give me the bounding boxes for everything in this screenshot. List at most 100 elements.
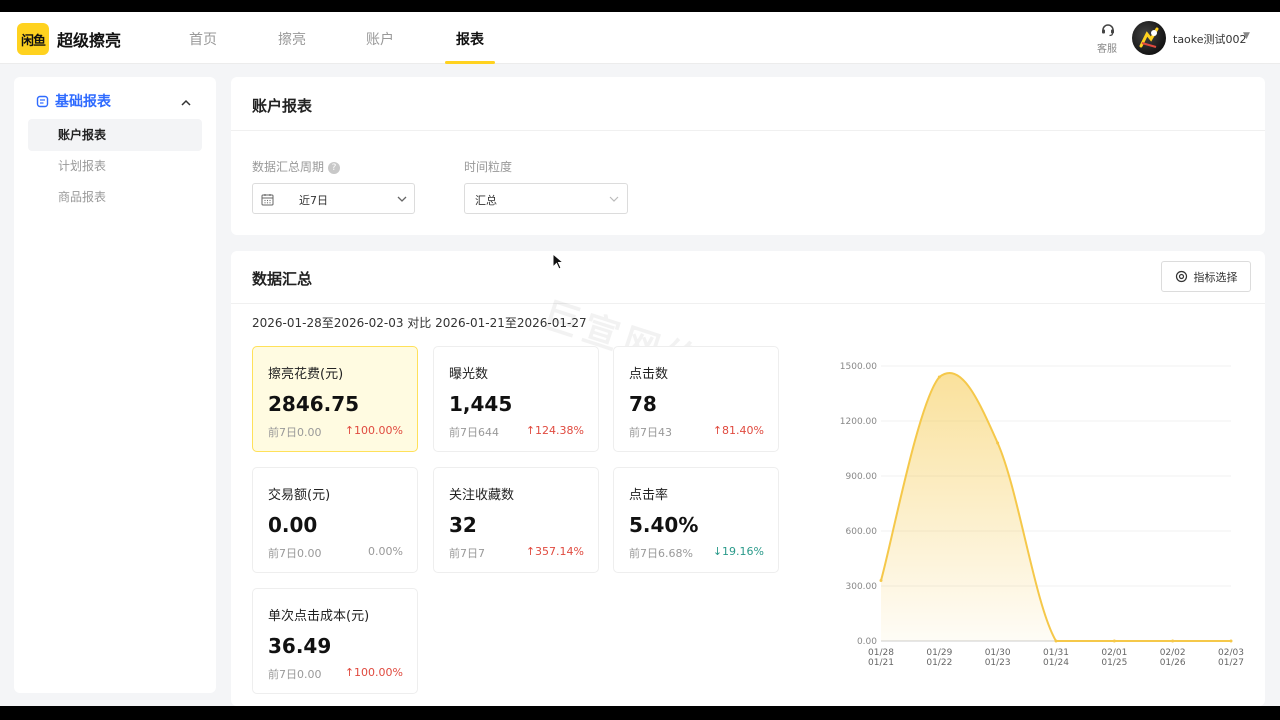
- y-tick-label: 0.00: [857, 637, 877, 647]
- nav-tab-home[interactable]: 首页: [189, 29, 217, 64]
- metric-select-label: 指标选择: [1193, 270, 1238, 284]
- chart-point[interactable]: [937, 375, 941, 379]
- x-tick-label: 01/30: [985, 648, 1011, 658]
- divider: [231, 303, 1265, 304]
- divider: [231, 130, 1265, 131]
- sidebar-group-label: 基础报表: [55, 94, 111, 110]
- customer-service-icon[interactable]: [1097, 22, 1119, 42]
- kpi-change: ↑357.14%: [525, 545, 584, 558]
- x-tick-compare-label: 01/25: [1101, 658, 1127, 668]
- data-summary-card: 数据汇总 指标选择 2026-01-28至2026-02-03 对比 2026-…: [231, 251, 1265, 706]
- kpi-value: 2846.75: [268, 392, 360, 416]
- x-tick-label: 02/03: [1218, 648, 1244, 658]
- nav-tab-account[interactable]: 账户: [366, 29, 394, 64]
- kpi-value: 78: [629, 392, 657, 416]
- sidebar-item-product-report[interactable]: 商品报表: [28, 181, 202, 213]
- kpi-previous: 前7日6.68%: [629, 547, 693, 560]
- period-value: 近7日: [299, 194, 328, 207]
- y-tick-label: 300.00: [846, 582, 878, 592]
- sidebar: 基础报表 账户报表 计划报表 商品报表: [14, 77, 216, 693]
- x-tick-label: 02/02: [1160, 648, 1186, 658]
- trend-chart[interactable]: 0.00 300.00 600.00 900.00 1200.00 1500.00 01/…: [831, 351, 1251, 681]
- sidebar-group-basic-reports[interactable]: 基础报表: [36, 91, 111, 111]
- help-icon[interactable]: ?: [328, 162, 341, 174]
- chart-point[interactable]: [1229, 639, 1233, 643]
- kpi-previous: 前7日0.00: [268, 426, 322, 439]
- granularity-select[interactable]: 汇总: [464, 183, 628, 214]
- kpi-change: ↓19.16%: [712, 545, 764, 558]
- chart-point[interactable]: [879, 579, 883, 582]
- nav-tab-reports[interactable]: 报表: [445, 29, 495, 64]
- caret-down-icon[interactable]: ▼: [1243, 31, 1250, 41]
- kpi-card-polish-cost[interactable]: 擦亮花费(元) 2846.75 前7日0.00 ↑100.00%: [252, 346, 418, 452]
- kpi-value: 5.40%: [629, 513, 699, 537]
- date-range-text: 2026-01-28至2026-02-03 对比 2026-01-21至2026…: [252, 316, 587, 330]
- account-report-card: 账户报表 数据汇总周期? 近7日 时间粒度 汇总: [231, 77, 1265, 235]
- period-label-text: 数据汇总周期: [252, 160, 325, 174]
- top-navigation: 闲鱼 超级擦亮 首页 擦亮 账户 报表 客服 taoke测试002 ▼: [0, 12, 1280, 64]
- kpi-value: 1,445: [449, 392, 513, 416]
- kpi-card-clicks[interactable]: 点击数 78 前7日43 ↑81.40%: [613, 346, 779, 452]
- x-tick-label: 01/28: [868, 648, 894, 658]
- x-tick-label: 02/01: [1101, 648, 1127, 658]
- kpi-label: 关注收藏数: [449, 488, 515, 503]
- x-tick-compare-label: 01/24: [1043, 658, 1069, 668]
- granularity-label: 时间粒度: [464, 160, 513, 174]
- chart-point[interactable]: [996, 441, 1000, 445]
- xianyu-logo[interactable]: 闲鱼: [17, 23, 49, 55]
- x-tick-compare-label: 01/22: [926, 658, 952, 668]
- chart-point[interactable]: [1171, 639, 1175, 643]
- mouse-cursor-icon: [552, 253, 564, 270]
- x-tick-compare-label: 01/23: [985, 658, 1011, 668]
- x-tick-compare-label: 01/21: [868, 658, 894, 668]
- y-tick-label: 1200.00: [840, 417, 877, 427]
- kpi-card-follow-favorites[interactable]: 关注收藏数 32 前7日7 ↑357.14%: [433, 467, 599, 573]
- kpi-label: 曝光数: [449, 367, 489, 382]
- kpi-change: ↑81.40%: [712, 424, 764, 437]
- kpi-previous: 前7日0.00: [268, 547, 322, 560]
- period-label: 数据汇总周期?: [252, 158, 341, 175]
- kpi-previous: 前7日644: [449, 426, 499, 439]
- y-tick-label: 900.00: [846, 472, 878, 482]
- kpi-change: ↑100.00%: [344, 666, 403, 679]
- kpi-card-cpc[interactable]: 单次点击成本(元) 36.49 前7日0.00 ↑100.00%: [252, 588, 418, 694]
- calendar-icon: [261, 194, 274, 206]
- kpi-card-ctr[interactable]: 点击率 5.40% 前7日6.68% ↓19.16%: [613, 467, 779, 573]
- sidebar-item-account-report[interactable]: 账户报表: [28, 119, 202, 151]
- page-title: 账户报表: [252, 97, 313, 115]
- nav-tab-polish[interactable]: 擦亮: [278, 29, 306, 64]
- kpi-previous: 前7日0.00: [268, 668, 322, 681]
- kpi-label: 交易额(元): [268, 488, 331, 503]
- kpi-previous: 前7日7: [449, 547, 485, 560]
- chart-point[interactable]: [1112, 639, 1116, 643]
- kpi-card-impressions[interactable]: 曝光数 1,445 前7日644 ↑124.38%: [433, 346, 599, 452]
- sidebar-item-plan-report[interactable]: 计划报表: [28, 150, 202, 182]
- kpi-value: 32: [449, 513, 477, 537]
- kpi-label: 点击率: [629, 488, 669, 503]
- granularity-value: 汇总: [475, 194, 497, 207]
- x-tick-label: 01/31: [1043, 648, 1069, 658]
- kpi-label: 单次点击成本(元): [268, 609, 370, 624]
- kpi-previous: 前7日43: [629, 426, 672, 439]
- kpi-card-transaction-amount[interactable]: 交易额(元) 0.00 前7日0.00 0.00%: [252, 467, 418, 573]
- user-name[interactable]: taoke测试002: [1173, 31, 1247, 47]
- report-icon: [36, 95, 49, 107]
- metric-select-button[interactable]: 指标选择: [1161, 261, 1251, 292]
- kpi-label: 点击数: [629, 367, 669, 382]
- chevron-up-icon[interactable]: [180, 93, 192, 112]
- chart-area: [881, 373, 1231, 641]
- user-avatar[interactable]: [1132, 21, 1166, 55]
- chevron-down-icon: [397, 196, 407, 202]
- x-tick-compare-label: 01/27: [1218, 658, 1244, 668]
- summary-title: 数据汇总: [252, 270, 313, 288]
- chart-point[interactable]: [1054, 639, 1058, 643]
- kpi-change: ↑100.00%: [344, 424, 403, 437]
- kpi-label: 擦亮花费(元): [268, 367, 344, 382]
- y-tick-label: 1500.00: [840, 362, 877, 372]
- customer-service-label[interactable]: 客服: [1097, 40, 1117, 55]
- brand-name: 超级擦亮: [57, 31, 122, 50]
- x-tick-compare-label: 01/26: [1160, 658, 1186, 668]
- chevron-down-icon: [609, 196, 619, 202]
- period-select[interactable]: 近7日: [252, 183, 415, 214]
- kpi-value: 36.49: [268, 634, 332, 658]
